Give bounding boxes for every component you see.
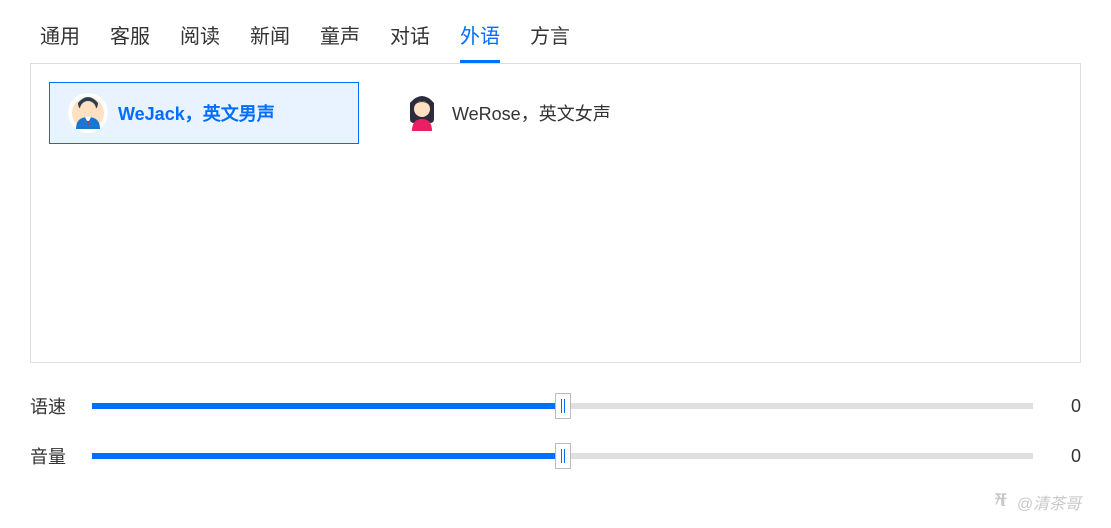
- slider-value-volume: 0: [1051, 446, 1081, 467]
- voice-card-werose[interactable]: WeRose，英文女声: [383, 82, 693, 144]
- slider-track-speed[interactable]: [92, 403, 1033, 409]
- slider-label-volume: 音量: [30, 443, 74, 469]
- voice-label: WeRose，英文女声: [452, 100, 611, 126]
- slider-value-speed: 0: [1051, 396, 1081, 417]
- voice-label: WeJack，英文男声: [118, 100, 275, 126]
- watermark: @清茶哥: [993, 490, 1081, 514]
- voice-card-wejack[interactable]: WeJack，英文男声: [49, 82, 359, 144]
- slider-thumb-speed[interactable]: [555, 393, 571, 419]
- slider-row-speed: 语速 0: [30, 393, 1081, 419]
- slider-label-speed: 语速: [30, 393, 74, 419]
- tab-dialect[interactable]: 方言: [530, 20, 570, 63]
- slider-track-volume[interactable]: [92, 453, 1033, 459]
- tab-foreign[interactable]: 外语: [460, 20, 500, 63]
- slider-fill-volume: [92, 453, 563, 459]
- slider-fill-speed: [92, 403, 563, 409]
- tab-news[interactable]: 新闻: [250, 20, 290, 63]
- zhihu-icon: [993, 491, 1011, 514]
- tab-general[interactable]: 通用: [40, 20, 80, 63]
- tabs-bar: 通用 客服 阅读 新闻 童声 对话 外语 方言: [0, 0, 1111, 63]
- voice-selection-panel: WeJack，英文男声 WeRose，英文女声: [30, 63, 1081, 363]
- sliders-section: 语速 0 音量 0: [0, 363, 1111, 469]
- slider-row-volume: 音量 0: [30, 443, 1081, 469]
- tab-dialog[interactable]: 对话: [390, 20, 430, 63]
- watermark-text: @清茶哥: [1017, 490, 1081, 514]
- tab-reading[interactable]: 阅读: [180, 20, 220, 63]
- avatar-male-icon: [68, 93, 108, 133]
- tab-child[interactable]: 童声: [320, 20, 360, 63]
- avatar-female-icon: [402, 93, 442, 133]
- slider-thumb-volume[interactable]: [555, 443, 571, 469]
- tab-service[interactable]: 客服: [110, 20, 150, 63]
- voice-options: WeJack，英文男声 WeRose，英文女声: [49, 82, 1062, 144]
